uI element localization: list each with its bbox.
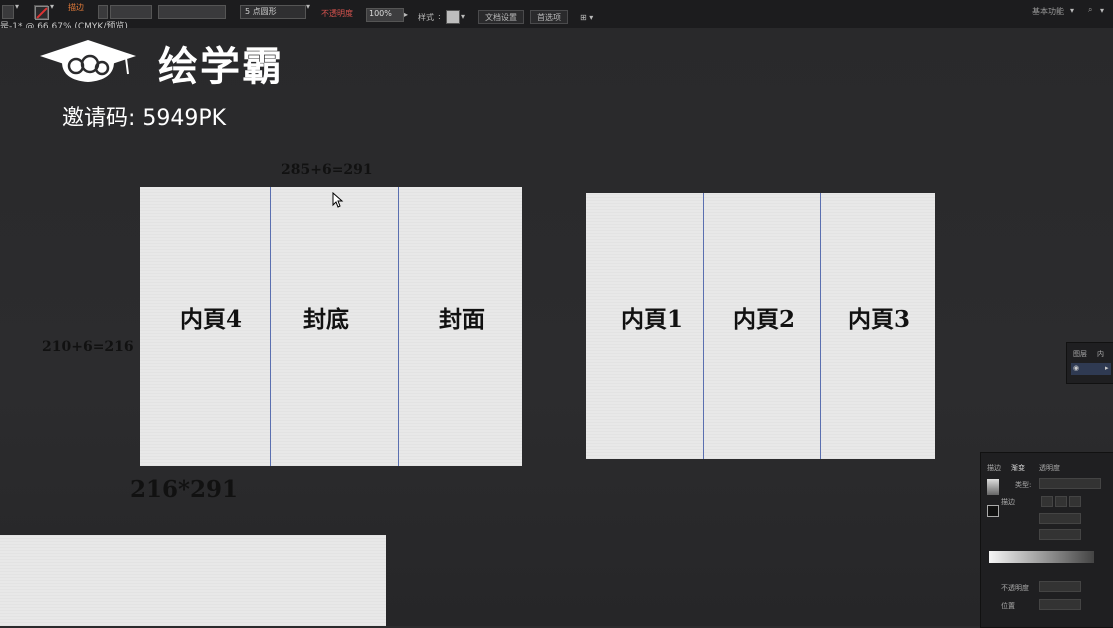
- fold-line: [820, 193, 821, 459]
- panel-label: 封面: [439, 306, 485, 333]
- width-annotation: 285+6=291: [281, 162, 373, 178]
- opacity-input[interactable]: [1039, 581, 1081, 592]
- angle-input[interactable]: [1039, 513, 1081, 524]
- style-colon: :: [438, 12, 441, 21]
- panel-label: 内頁3: [848, 306, 911, 333]
- brush-dropdown-icon[interactable]: ▾: [306, 2, 310, 11]
- eye-icon[interactable]: ◉: [1073, 364, 1079, 372]
- tab-stroke[interactable]: 描边: [987, 463, 1001, 473]
- position-label: 位置: [1001, 602, 1015, 610]
- workspace-switcher[interactable]: 基本功能: [1032, 6, 1064, 17]
- gradient-slider[interactable]: [989, 551, 1094, 563]
- aspect-input[interactable]: [1039, 529, 1081, 540]
- stroke-weight-input[interactable]: [110, 5, 152, 19]
- opacity-label: 不透明度: [1001, 584, 1029, 592]
- layers-panel: 图层 内 ◉ ▸: [1066, 342, 1113, 384]
- panel-label: 内頁1: [621, 306, 684, 333]
- arrange-documents-icon[interactable]: ⊞ ▾: [580, 13, 593, 22]
- height-annotation: 210+6=216: [42, 339, 134, 355]
- tab-gradient[interactable]: 渐变: [1011, 463, 1025, 473]
- fold-line: [398, 187, 399, 466]
- search-icon[interactable]: ⌕: [1088, 5, 1092, 15]
- layer-row[interactable]: ◉ ▸: [1071, 363, 1111, 375]
- type-select[interactable]: [1039, 478, 1101, 489]
- search-dropdown-icon[interactable]: ▾: [1100, 6, 1104, 15]
- panel-label: 封底: [303, 306, 349, 333]
- document-setup-button[interactable]: 文档设置: [478, 10, 524, 24]
- stroke-label: 描边: [1001, 498, 1015, 506]
- selection-cursor-icon: [332, 192, 344, 208]
- artboard-partial[interactable]: [0, 535, 386, 626]
- stroke-stepper[interactable]: [98, 5, 108, 19]
- invite-code: 邀请码: 5949PK: [62, 106, 227, 131]
- variable-width-profile[interactable]: [158, 5, 226, 19]
- gradient-panel: 描边 渐变 透明度 类型: 描边 不透明度 位置: [980, 452, 1113, 628]
- tab-layers[interactable]: 图层: [1073, 349, 1087, 359]
- fill-dropdown-icon[interactable]: ▾: [15, 2, 19, 11]
- panel-label: 内頁2: [733, 306, 796, 333]
- preferences-button[interactable]: 首选项: [530, 10, 568, 24]
- panel-label: 内頁4: [180, 306, 243, 333]
- expand-icon[interactable]: ▸: [1105, 364, 1109, 372]
- opacity-dropdown-icon[interactable]: ▸: [404, 10, 408, 19]
- artboard-front[interactable]: 内頁4 封底 封面: [140, 187, 522, 466]
- gradient-thumbnail[interactable]: [987, 479, 999, 495]
- fold-line: [270, 187, 271, 466]
- stroke-dropdown-icon[interactable]: ▾: [50, 2, 54, 11]
- style-label: 样式: [418, 13, 434, 22]
- stroke-option[interactable]: [1041, 496, 1053, 507]
- fill-stroke-icon[interactable]: [987, 505, 999, 517]
- fill-swatch[interactable]: [2, 5, 14, 19]
- type-label: 类型:: [1015, 481, 1032, 489]
- opacity-value: 100%: [369, 9, 392, 18]
- tab-transparency[interactable]: 透明度: [1039, 463, 1060, 473]
- fold-line: [703, 193, 704, 459]
- brush-label: 5 点圆形: [245, 7, 277, 16]
- artboard-back[interactable]: 内頁1 内頁2 内頁3: [586, 193, 935, 459]
- cloud-mortarboard-logo-icon: [40, 40, 136, 82]
- brand-name: 绘学霸: [158, 44, 284, 90]
- opacity-label[interactable]: 不透明度: [321, 8, 353, 19]
- position-input[interactable]: [1039, 599, 1081, 610]
- brush-definition[interactable]: 5 点圆形: [240, 5, 306, 19]
- opacity-input[interactable]: 100%: [366, 8, 404, 22]
- none-swatch-icon: [35, 6, 49, 20]
- stroke-option[interactable]: [1055, 496, 1067, 507]
- stroke-label[interactable]: 描边: [68, 2, 84, 13]
- tab-other[interactable]: 内: [1097, 349, 1104, 359]
- workspace-dropdown-icon[interactable]: ▾: [1070, 6, 1074, 15]
- size-annotation: 216*291: [130, 476, 239, 503]
- stroke-option[interactable]: [1069, 496, 1081, 507]
- stroke-swatch[interactable]: [34, 5, 49, 20]
- style-dropdown-icon[interactable]: ▾: [461, 12, 465, 21]
- control-bar: ▾ ▾ 描边 5 点圆形 ▾ 不透明度 100% ▸ 样式 : ▾ 文档设置 首…: [0, 0, 1113, 29]
- graphic-style-swatch[interactable]: [446, 10, 460, 24]
